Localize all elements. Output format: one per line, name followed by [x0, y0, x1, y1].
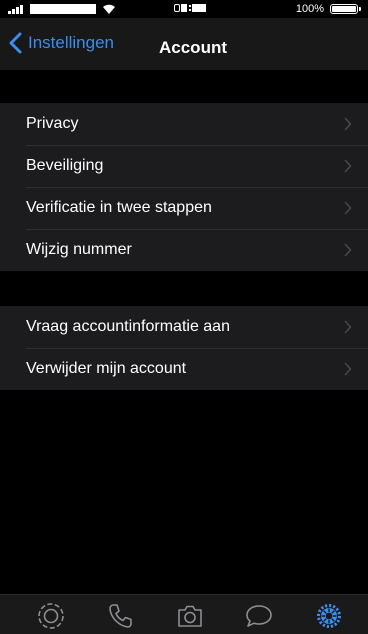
chevron-right-icon	[344, 362, 352, 376]
row-two-step-verification[interactable]: Verificatie in twee stappen	[0, 187, 368, 229]
row-delete-account[interactable]: Verwijder mijn account	[0, 348, 368, 390]
tab-chats[interactable]	[244, 601, 274, 631]
chevron-right-icon	[344, 243, 352, 257]
row-label: Vraag accountinformatie aan	[26, 318, 230, 335]
row-label: Verificatie in twee stappen	[26, 199, 212, 216]
wifi-icon	[103, 4, 115, 14]
row-label: Wijzig nummer	[26, 241, 132, 258]
tab-settings[interactable]	[314, 601, 344, 631]
row-change-number[interactable]: Wijzig nummer	[0, 229, 368, 271]
chevron-right-icon	[344, 320, 352, 334]
settings-gear-icon	[317, 604, 341, 628]
row-beveiliging[interactable]: Beveiliging	[0, 145, 368, 187]
chevron-right-icon	[344, 201, 352, 215]
tab-bar	[0, 594, 368, 634]
tab-status[interactable]	[36, 601, 66, 631]
carrier-bar	[30, 4, 96, 14]
battery-percentage: 100%	[295, 3, 324, 15]
tab-calls[interactable]	[105, 601, 135, 631]
row-privacy[interactable]: Privacy	[0, 103, 368, 145]
clock-glyphs	[174, 4, 206, 12]
navigation-bar: Instellingen Account	[0, 18, 368, 70]
row-label: Privacy	[26, 115, 79, 132]
row-label: Beveiliging	[26, 157, 104, 174]
back-button-label: Instellingen	[28, 33, 115, 52]
settings-group-account: Privacy Beveiliging Verificatie in twee …	[0, 103, 368, 271]
camera-icon	[178, 605, 202, 627]
chevron-right-icon	[344, 117, 352, 131]
settings-group-account-data: Vraag accountinformatie aan Verwijder mi…	[0, 306, 368, 390]
tab-camera[interactable]	[175, 601, 205, 631]
status-icon	[38, 603, 64, 629]
chat-icon	[246, 605, 272, 627]
phone-icon	[109, 604, 132, 628]
page-title: Account	[159, 38, 227, 57]
row-request-account-info[interactable]: Vraag accountinformatie aan	[0, 306, 368, 348]
back-button[interactable]: Instellingen	[8, 30, 114, 56]
chevron-right-icon	[344, 159, 352, 173]
row-label: Verwijder mijn account	[26, 360, 187, 377]
signal-strength-icon	[8, 5, 23, 14]
battery-icon	[330, 4, 361, 14]
status-bar: 100%	[0, 0, 368, 18]
chevron-left-icon	[9, 32, 22, 54]
